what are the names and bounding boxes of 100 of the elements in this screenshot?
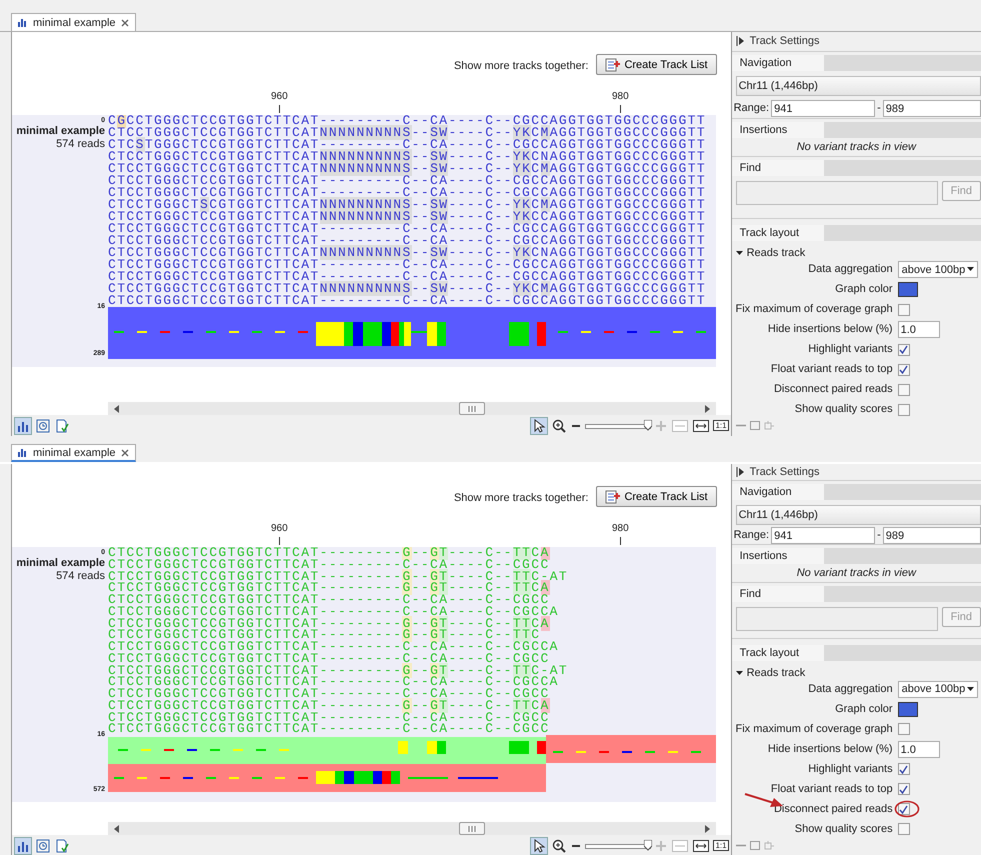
read-sequence: CTCCTGGGCTCCGTGGTCTTCAT---------G--GT----C--TTC bbox=[108, 629, 540, 641]
view-tab[interactable]: minimal example bbox=[11, 13, 136, 31]
color-swatch[interactable] bbox=[898, 282, 918, 297]
checkbox[interactable] bbox=[898, 384, 910, 396]
horizontal-scrollbar[interactable] bbox=[108, 402, 716, 415]
track-name: minimal example bbox=[16, 125, 105, 138]
option-label: Fix maximum of coverage graph bbox=[735, 722, 893, 737]
checkbox[interactable] bbox=[898, 344, 910, 356]
scroll-left-icon[interactable] bbox=[114, 824, 120, 832]
zoom-in-icon[interactable] bbox=[551, 838, 568, 854]
read-sequence: CTCCTGGGCTCCGTGGTCTTCATNNNNNNNNNS--SW----C--YKCMAGGTGGTGGCCCGGGTT bbox=[108, 127, 708, 139]
range-start-field[interactable]: 941 bbox=[771, 526, 876, 544]
slider-thumb[interactable] bbox=[644, 420, 652, 430]
collapse-icon[interactable] bbox=[736, 36, 745, 46]
read-sequence: CTCCTGGGCTCCGTGGTCTTCAT---------C--CA----C--CGCC bbox=[108, 723, 551, 735]
chart-view-icon[interactable] bbox=[14, 836, 32, 854]
variant-bar bbox=[353, 322, 363, 346]
read-sequence: CTCCTGGGCTCCGTGGTCTTCATNNNNNNNNNS--SW----C--YKCMAGGTGGTGGCCCGGGTT bbox=[108, 283, 708, 295]
find-field[interactable] bbox=[736, 607, 938, 632]
checkbox[interactable] bbox=[898, 803, 910, 816]
color-swatch[interactable] bbox=[898, 702, 918, 717]
collapse-icon[interactable] bbox=[736, 466, 745, 477]
zoom-in-icon[interactable] bbox=[551, 418, 568, 434]
variant-bar bbox=[373, 322, 382, 346]
aggregation-dropdown[interactable]: above 100bp bbox=[898, 261, 978, 278]
create-track-list-button[interactable]: Create Track List bbox=[596, 486, 717, 507]
sequence-selector[interactable]: Chr11 (1,446bp) bbox=[736, 504, 981, 525]
read-sequence: CTCCTGGGCTCCGTGGTCTTCAT---------G--GT----C--TTC-AT bbox=[108, 664, 570, 676]
range-start-field[interactable]: 941 bbox=[771, 100, 876, 117]
variant-bar bbox=[363, 322, 373, 346]
variant-bar bbox=[326, 771, 335, 784]
read-sequence: CTCCTGGGCTCCGTGGTCTTCAT---------C--CA----C--CGCCA bbox=[108, 641, 560, 653]
slider-thumb[interactable] bbox=[644, 840, 652, 850]
horizontal-scrollbar[interactable] bbox=[108, 822, 716, 835]
group-toggle[interactable]: Reads track bbox=[732, 660, 981, 681]
option-label: Highlight variants bbox=[808, 762, 893, 777]
range-label: Range: bbox=[734, 102, 770, 114]
read-sequence: CTCSTGGGCTCCGTGGTCTTCAT---------C--CA----C--CGCCAGGTGGTGGCCCGGGTT bbox=[108, 139, 708, 151]
variant-bar bbox=[344, 322, 353, 346]
option-label: Show quality scores bbox=[794, 402, 893, 417]
document-check-icon[interactable] bbox=[54, 418, 70, 434]
history-icon[interactable] bbox=[35, 838, 51, 854]
read-count: 574 reads bbox=[56, 138, 105, 151]
checkbox[interactable] bbox=[898, 404, 910, 416]
variant-bar bbox=[537, 741, 546, 754]
actual-size-button[interactable]: 1:1 bbox=[713, 840, 729, 851]
scroll-right-icon[interactable] bbox=[704, 824, 710, 832]
option-label: Disconnect paired reads bbox=[774, 802, 893, 817]
close-icon[interactable] bbox=[120, 448, 129, 456]
variant-bar bbox=[382, 771, 391, 784]
scroll-left-icon[interactable] bbox=[114, 404, 120, 412]
percent-field[interactable]: 1.0 bbox=[898, 321, 940, 338]
range-end-field[interactable]: 989 bbox=[882, 100, 981, 117]
sequence-selector[interactable]: Chr11 (1,446bp) bbox=[736, 76, 981, 96]
aggregation-dropdown[interactable]: above 100bp bbox=[898, 680, 978, 698]
view-tab[interactable]: minimal example bbox=[11, 444, 136, 462]
scroll-thumb[interactable] bbox=[459, 402, 485, 415]
pointer-icon[interactable] bbox=[530, 416, 548, 434]
pointer-icon[interactable] bbox=[530, 836, 548, 854]
checkbox[interactable] bbox=[898, 364, 910, 376]
ruler-label: 960 bbox=[271, 523, 288, 534]
group-toggle[interactable]: Reads track bbox=[732, 241, 981, 261]
read-sequence: CTCCTGGGCTCCGTGGTCTTCAT---------C--CA----C--CGCCAGGTGGTGGCCCGGGTT bbox=[108, 235, 708, 247]
read-sequence: CGCCTGGGCTCCGTGGTCTTCAT---------C--CA----C--CGCCAGGTGGTGGCCCGGGTT bbox=[108, 115, 708, 127]
scroll-thumb[interactable] bbox=[459, 822, 485, 835]
zoom-slider[interactable] bbox=[585, 840, 652, 852]
read-sequence: CTCCTGGGCTCCGTGGTCTTCAT---------C--CA----C--CGCCAGGTGGTGGCCCGGGTT bbox=[108, 295, 708, 307]
checkbox[interactable] bbox=[898, 823, 910, 836]
option-label: Fix maximum of coverage graph bbox=[735, 302, 893, 317]
expand-triangle-icon[interactable] bbox=[736, 670, 743, 676]
option-label: Hide insertions below (%) bbox=[768, 322, 893, 337]
settings-title: Track Settings bbox=[732, 464, 981, 481]
option-label: Data aggregation bbox=[808, 262, 893, 277]
read-sequence: CTCCTGGGCTCCGTGGTCTTCAT---------C--CA----C--CGCCAGGTGGTGGCCCGGGTT bbox=[108, 223, 708, 235]
track-name: minimal example bbox=[16, 557, 105, 570]
checkbox[interactable] bbox=[898, 783, 910, 796]
document-check-icon[interactable] bbox=[54, 838, 70, 854]
close-icon[interactable] bbox=[120, 18, 129, 26]
actual-size-button[interactable]: 1:1 bbox=[713, 420, 729, 431]
read-count: 574 reads bbox=[56, 570, 105, 583]
scroll-right-icon[interactable] bbox=[704, 404, 710, 412]
fit-width-icon[interactable] bbox=[692, 418, 710, 432]
variant-bar bbox=[391, 771, 400, 784]
chart-view-icon[interactable] bbox=[14, 416, 32, 434]
read-sequence: CTCCTGGGCTCCGTGGTCTTCAT---------C--CA----C--CGCCAGGTGGTGGCCCGGGTT bbox=[108, 175, 708, 187]
section-heading: Find bbox=[732, 586, 981, 602]
checkbox[interactable] bbox=[898, 763, 910, 776]
read-sequence: CTCCTGGGCTCCGTGGTCTTCATNNNNNNNNNS--SW----C--YKCNAGGTGGTGGCCCGGGTT bbox=[108, 247, 708, 259]
checkbox[interactable] bbox=[898, 723, 910, 736]
find-field[interactable] bbox=[736, 181, 938, 206]
percent-field[interactable]: 1.0 bbox=[898, 740, 940, 758]
checkbox[interactable] bbox=[898, 304, 910, 316]
range-end-field[interactable]: 989 bbox=[882, 526, 981, 544]
fit-width-icon[interactable] bbox=[692, 838, 710, 852]
track-list-icon bbox=[605, 490, 620, 504]
read-sequence: CTCCTGGGCTCCGTGGTCTTCAT---------C--CA----C--CGCC bbox=[108, 712, 551, 724]
zoom-slider[interactable] bbox=[585, 420, 652, 432]
expand-triangle-icon[interactable] bbox=[736, 250, 743, 256]
history-icon[interactable] bbox=[35, 418, 51, 434]
create-track-list-button[interactable]: Create Track List bbox=[596, 54, 717, 75]
